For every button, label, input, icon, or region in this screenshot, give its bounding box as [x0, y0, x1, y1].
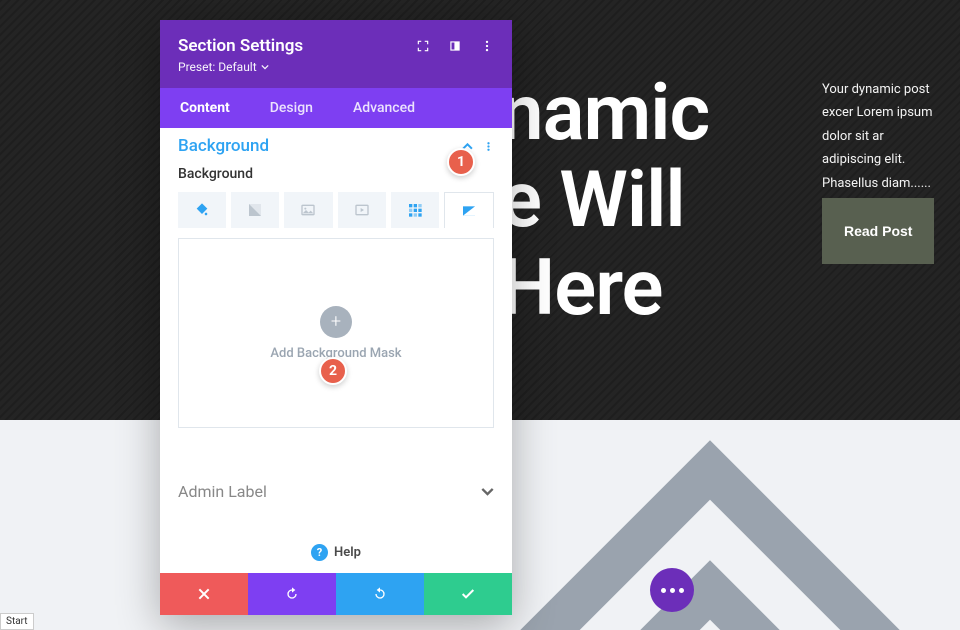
bg-tab-pattern[interactable]: [391, 192, 439, 228]
help-label: Help: [334, 545, 361, 560]
save-button[interactable]: [424, 573, 512, 615]
mask-icon: [461, 203, 477, 219]
add-mask-button[interactable]: +: [320, 306, 352, 338]
dots-icon: [661, 588, 684, 593]
modal-footer: [160, 573, 512, 615]
video-icon: [354, 202, 370, 218]
help-icon: ?: [311, 544, 328, 561]
section-title: Background: [178, 136, 269, 156]
bg-tab-image[interactable]: [284, 192, 332, 228]
bg-tab-gradient[interactable]: [231, 192, 279, 228]
floating-action-button[interactable]: [650, 568, 694, 612]
close-icon: [196, 586, 212, 602]
chevron-down-icon: [481, 485, 494, 498]
tab-design[interactable]: Design: [250, 88, 333, 128]
admin-label-section[interactable]: Admin Label: [160, 452, 512, 519]
read-post-button[interactable]: Read Post: [822, 198, 934, 264]
expand-icon[interactable]: [416, 39, 430, 53]
modal-header: Section Settings Preset: Default: [160, 20, 512, 88]
chevron-down-icon: [261, 63, 269, 71]
section-settings-modal: Section Settings Preset: Default Content…: [160, 20, 512, 615]
start-tag: Start: [0, 613, 34, 630]
hero-title-line: Here: [500, 245, 709, 332]
tab-content[interactable]: Content: [160, 88, 250, 131]
redo-icon: [372, 586, 388, 602]
hero-title: namic e Will Here: [500, 70, 709, 332]
modal-tabs: Content Design Advanced: [160, 88, 512, 128]
more-vert-icon[interactable]: [483, 141, 494, 152]
hero-title-line: e Will: [500, 157, 709, 244]
bg-tab-mask[interactable]: [444, 192, 494, 228]
pattern-icon: [407, 202, 423, 218]
more-icon[interactable]: [480, 39, 494, 53]
redo-button[interactable]: [336, 573, 424, 615]
gradient-icon: [247, 202, 263, 218]
hero-excerpt: Your dynamic post excer Lorem ipsum dolo…: [822, 78, 940, 195]
hero-title-line: namic: [500, 70, 709, 157]
bg-tab-color[interactable]: [178, 192, 226, 228]
paint-bucket-icon: [194, 202, 210, 218]
undo-button[interactable]: [248, 573, 336, 615]
undo-icon: [284, 586, 300, 602]
preset-dropdown[interactable]: Preset: Default: [178, 60, 494, 74]
image-icon: [300, 202, 316, 218]
check-icon: [460, 586, 476, 602]
callout-badge-1: 1: [447, 148, 475, 176]
cancel-button[interactable]: [160, 573, 248, 615]
background-type-tabs: [160, 192, 512, 238]
modal-title: Section Settings: [178, 36, 303, 56]
callout-badge-2: 2: [319, 357, 347, 385]
modal-body: Background Background: [160, 128, 512, 532]
tab-advanced[interactable]: Advanced: [333, 88, 435, 128]
admin-label-title: Admin Label: [178, 482, 267, 501]
snap-icon[interactable]: [448, 39, 462, 53]
bg-tab-video[interactable]: [338, 192, 386, 228]
background-mask-area[interactable]: + Add Background Mask: [178, 238, 494, 428]
help-button[interactable]: ? Help: [160, 532, 512, 573]
decorative-stripes: [500, 420, 960, 630]
preset-label: Preset: Default: [178, 60, 257, 74]
